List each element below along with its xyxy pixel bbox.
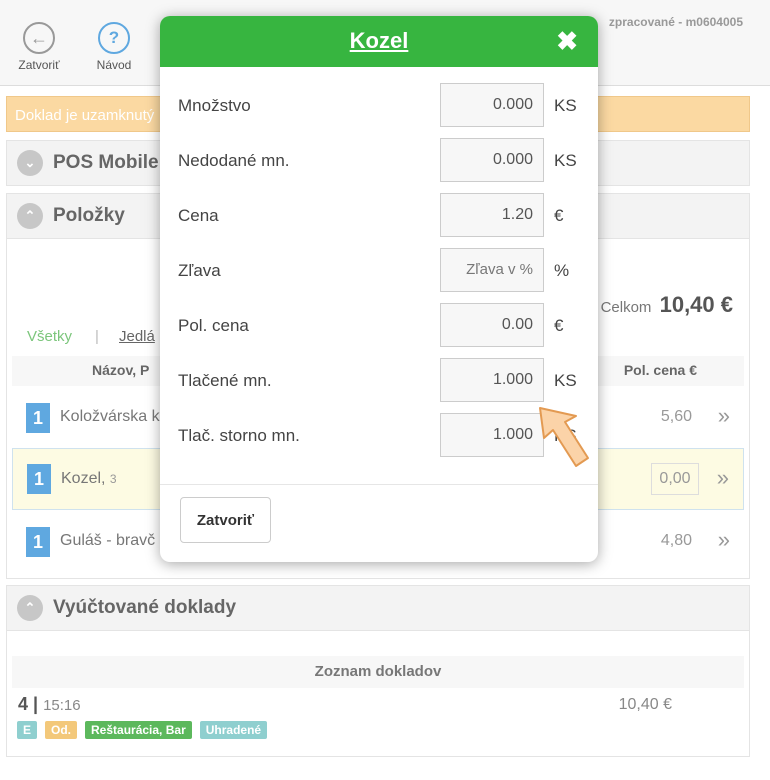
discount-input[interactable]	[440, 248, 544, 292]
help-button[interactable]: ? Návod	[84, 16, 144, 72]
field-unit: %	[554, 261, 570, 280]
line-price-input[interactable]	[440, 303, 544, 347]
documents-list-header: Zoznam dokladov	[12, 656, 744, 688]
filter-all[interactable]: Všetky	[27, 328, 72, 345]
item-name: Kozel, 3	[61, 470, 117, 488]
pointer-arrow-icon	[539, 407, 589, 467]
chevron-down-icon[interactable]: ⌄	[17, 150, 43, 176]
document-number[interactable]: 4 | 15:16	[18, 694, 81, 715]
field-label: Zľava	[178, 261, 221, 280]
field-line-price: Pol. cena €	[160, 303, 598, 349]
field-unit: €	[554, 316, 564, 335]
item-price: 4,80	[660, 532, 692, 549]
column-price: Pol. cena €	[623, 362, 697, 378]
document-amount: 10,40 €	[618, 696, 672, 713]
item-price-input[interactable]: 0,00	[651, 463, 699, 495]
document-tags: E Od. Reštaurácia, Bar Uhradené	[17, 721, 268, 739]
field-unit: €	[554, 206, 564, 225]
close-button[interactable]: Zatvoriť	[180, 497, 271, 543]
field-label: Tlač. storno mn.	[178, 426, 300, 445]
close-toolbar-label: Zatvoriť	[18, 58, 60, 72]
item-price: 5,60	[660, 408, 692, 425]
item-name: Guláš - bravč	[60, 532, 156, 549]
chevron-up-icon[interactable]: ⌃	[17, 203, 43, 229]
field-unit: KS	[554, 96, 577, 115]
document-status: zpracované - m0604005	[608, 15, 743, 29]
close-icon[interactable]: ✖	[556, 27, 578, 55]
undelivered-input[interactable]	[440, 138, 544, 182]
item-name-text: Kozel,	[61, 470, 106, 487]
status-badge: Reštaurácia, Bar	[85, 721, 192, 739]
column-name: Názov, P	[92, 362, 150, 378]
quantity-badge: 1	[26, 527, 50, 557]
item-note: 3	[109, 472, 117, 486]
quantity-badge: 1	[27, 464, 51, 494]
field-label: Pol. cena	[178, 316, 249, 335]
field-label: Cena	[178, 206, 219, 225]
field-label: Množstvo	[178, 96, 251, 115]
price-input[interactable]	[440, 193, 544, 237]
item-name: Koložvárska k	[60, 408, 160, 425]
chevron-right-icon[interactable]: »	[718, 527, 730, 553]
filter-separator: |	[95, 328, 99, 345]
chevron-up-icon[interactable]: ⌃	[17, 595, 43, 621]
chevron-right-icon[interactable]: »	[717, 465, 729, 491]
quantity-badge: 1	[26, 403, 50, 433]
help-label: Návod	[96, 58, 132, 72]
filter-food[interactable]: Jedlá	[119, 328, 155, 345]
document-number-text: 4 |	[18, 694, 39, 714]
section-billed-title: Vyúčtované doklady	[53, 597, 237, 618]
total: Celkom 10,40 €	[601, 292, 733, 318]
section-items-title: Položky	[53, 205, 125, 226]
dialog-header: Kozel ✖	[160, 16, 598, 67]
close-toolbar-button[interactable]: ← Zatvoriť	[9, 16, 69, 72]
chevron-right-icon[interactable]: »	[718, 403, 730, 429]
dialog-title: Kozel	[349, 28, 409, 53]
dialog-footer: Zatvoriť	[160, 484, 598, 562]
field-printed-storno-qty: Tlač. storno mn. KS	[160, 413, 598, 459]
status-badge: Uhradené	[199, 721, 268, 739]
section-pos-title: POS Mobile	[53, 152, 159, 173]
status-badge: E	[17, 721, 38, 739]
field-printed-qty: Tlačené mn. KS	[160, 358, 598, 404]
field-discount: Zľava %	[160, 248, 598, 294]
printed-qty-input[interactable]	[440, 358, 544, 402]
field-unit: KS	[554, 151, 577, 170]
field-label: Nedodané mn.	[178, 151, 290, 170]
item-edit-dialog: Kozel ✖ Množstvo KS Nedodané mn. KS Cena…	[160, 16, 598, 562]
printed-storno-qty-input[interactable]	[440, 413, 544, 457]
document-time: 15:16	[43, 697, 81, 714]
total-value: 10,40 €	[659, 292, 733, 317]
status-badge: Od.	[45, 721, 78, 739]
quantity-input[interactable]	[440, 83, 544, 127]
field-unit: KS	[554, 371, 577, 390]
arrow-left-icon: ←	[23, 22, 55, 54]
field-label: Tlačené mn.	[178, 371, 272, 390]
section-billed[interactable]: ⌃ Vyúčtované doklady	[6, 585, 750, 631]
field-quantity: Množstvo KS	[160, 83, 598, 129]
total-label: Celkom	[600, 299, 652, 316]
field-price: Cena €	[160, 193, 598, 239]
field-undelivered: Nedodané mn. KS	[160, 138, 598, 184]
question-icon: ?	[98, 22, 130, 54]
